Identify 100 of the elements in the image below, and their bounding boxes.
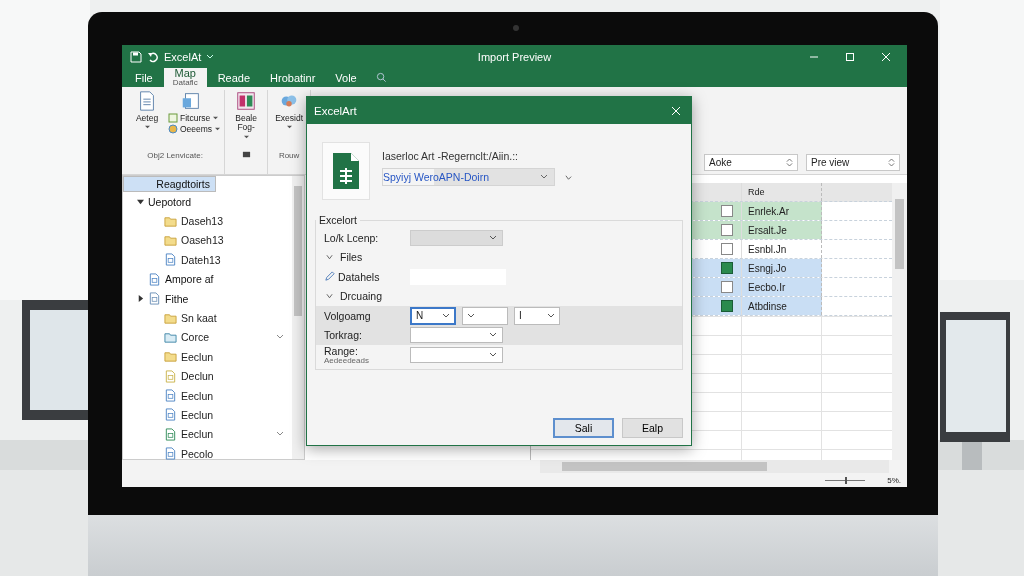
slider-thumb[interactable] <box>845 476 848 484</box>
field-label: Range: <box>324 345 358 357</box>
document-icon <box>164 369 177 383</box>
checkbox[interactable] <box>721 205 733 217</box>
window-title: Import Preview <box>477 50 552 63</box>
combo-box[interactable]: N <box>410 306 456 325</box>
source-dropdown[interactable]: Spyiyj WeroAPN-Doirn <box>382 168 555 186</box>
tree-item[interactable]: Fithe <box>123 288 292 309</box>
section-label[interactable]: Files <box>340 251 363 264</box>
maximize-icon[interactable] <box>845 51 855 62</box>
expanded-triangle-icon[interactable] <box>137 198 144 206</box>
section-label[interactable]: Drcuaing <box>340 290 383 303</box>
ribbon-button[interactable]: Beale Fog- <box>228 90 265 150</box>
field-label: Torkrag: <box>324 329 362 342</box>
tree-item[interactable]: Eeclun <box>123 424 292 445</box>
document-icon <box>148 272 161 286</box>
ribbon-tab[interactable]: Reade <box>208 69 260 87</box>
caret-icon <box>540 174 548 180</box>
caret-icon <box>489 234 497 241</box>
ribbon-button[interactable]: Aeteg <box>129 90 165 151</box>
image-icon[interactable] <box>180 90 202 112</box>
checkbox[interactable] <box>721 262 733 274</box>
save-icon[interactable] <box>130 50 142 63</box>
chevron-down-icon[interactable] <box>326 293 333 300</box>
caret-icon <box>442 312 450 319</box>
tree-item[interactable]: Ampore af <box>123 269 292 289</box>
document-icon <box>164 389 177 403</box>
ribbon-tab[interactable]: File <box>126 69 162 87</box>
document-icon <box>164 408 177 422</box>
collapsed-triangle-icon[interactable] <box>137 295 144 303</box>
tree-item[interactable]: Eeclun <box>123 347 292 367</box>
caret-icon <box>547 312 555 319</box>
document-icon <box>148 292 161 306</box>
tree-item[interactable]: Dateh13 <box>123 250 292 270</box>
folder-icon <box>164 233 177 247</box>
dropdown-field[interactable] <box>410 347 503 363</box>
spinner-icon[interactable] <box>786 158 793 167</box>
camera-icon <box>513 25 519 31</box>
tree-item[interactable]: Eeclun <box>123 385 292 406</box>
combo-box[interactable]: I <box>514 306 560 325</box>
caret-icon <box>467 312 475 319</box>
chevron-down-icon[interactable] <box>276 431 284 438</box>
tree-item[interactable]: Sn kaat <box>123 308 292 328</box>
checkbox[interactable] <box>721 224 733 236</box>
ribbon-tab[interactable]: Vole <box>326 69 366 87</box>
tree-item[interactable]: Declun <box>123 366 292 386</box>
combo-box[interactable] <box>462 306 508 325</box>
chevron-down-icon[interactable] <box>326 254 333 261</box>
folder-icon <box>164 311 177 325</box>
dialog-title: ExcelArt <box>314 104 357 117</box>
close-icon[interactable] <box>671 105 681 116</box>
scrollbar[interactable] <box>892 183 907 460</box>
ribbon-tab[interactable]: Map Dataflc <box>163 68 207 87</box>
field-label: Datahels <box>338 270 380 283</box>
tree-item[interactable]: Reagdtoirts <box>123 176 216 192</box>
document-icon <box>164 253 177 267</box>
ribbon-button[interactable]: Oeeems <box>168 124 222 134</box>
tree-item[interactable]: Uepotord <box>123 192 292 212</box>
group-title: Excelort <box>318 214 358 226</box>
table-cell: Eecbo.Ir <box>742 278 822 296</box>
tree-item[interactable]: Oaseh13 <box>123 230 292 251</box>
table-cell: Ersalt.Je <box>742 221 822 239</box>
dialog-button[interactable]: Sali <box>553 418 614 438</box>
search-icon[interactable] <box>375 72 387 83</box>
spreadsheet-icon <box>322 142 370 200</box>
spinner-icon[interactable] <box>888 158 895 167</box>
folder-icon <box>164 350 177 364</box>
caret-icon <box>489 332 497 339</box>
dropdown-field[interactable] <box>410 327 503 344</box>
field-label: Volgoamg <box>324 309 371 322</box>
tree-item[interactable]: Pecolo <box>123 444 292 464</box>
tree-item[interactable]: Daseh13 <box>123 211 292 231</box>
close-icon[interactable] <box>881 51 891 62</box>
dialog-message: Iaserloc Art -Regernclt:/Aiin.:: <box>382 150 519 162</box>
checkbox[interactable] <box>721 300 733 312</box>
table-cell: Enrlek.Ar <box>742 202 822 220</box>
ribbon-button[interactable]: Fitcurse <box>168 113 220 123</box>
book-icon <box>235 90 258 112</box>
caret-icon[interactable] <box>206 53 215 60</box>
dialog-button[interactable]: Ealp <box>622 418 683 438</box>
ribbon-button[interactable]: Exesidt <box>271 90 308 151</box>
caret-icon <box>285 125 293 131</box>
folder-icon <box>164 330 177 344</box>
filter-field[interactable]: Aoke <box>704 154 798 171</box>
ribbon-tab[interactable]: Hrobatinr <box>261 69 325 87</box>
undo-icon[interactable] <box>147 50 159 63</box>
checkbox[interactable] <box>721 243 733 255</box>
dialog-launcher-icon[interactable] <box>241 150 251 159</box>
group-label: Rouw <box>278 151 300 162</box>
checkbox[interactable] <box>721 281 733 293</box>
tree-item[interactable]: Eeclun <box>123 405 292 425</box>
document-icon <box>164 427 177 441</box>
filter-field[interactable]: Pre view <box>806 154 900 171</box>
caret-icon <box>143 125 151 131</box>
field-label: Lo/k Lcenp: <box>324 231 379 244</box>
scrollbar[interactable] <box>292 176 304 459</box>
chevron-down-icon[interactable] <box>276 334 284 341</box>
horizontal-scrollbar[interactable] <box>540 460 889 473</box>
tree-item[interactable]: Corce <box>123 327 292 348</box>
square-icon <box>168 113 178 123</box>
